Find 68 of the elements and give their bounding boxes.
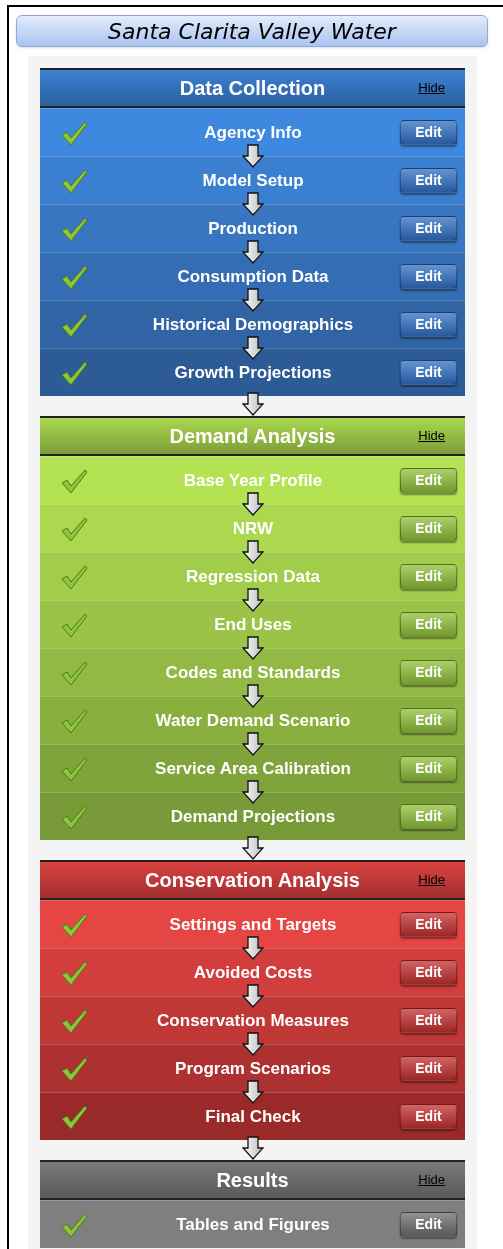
down-arrow-icon [241, 540, 264, 564]
edit-button[interactable]: Edit [400, 360, 457, 385]
step-label: Avoided Costs [192, 961, 314, 984]
down-arrow-icon [241, 492, 264, 516]
down-arrow-icon [241, 192, 264, 216]
step-label: Final Check [204, 1105, 302, 1128]
step-label: Conservation Measures [156, 1009, 350, 1032]
down-arrow-icon [241, 636, 264, 660]
down-arrow-icon [241, 732, 264, 756]
step-label: Agency Info [203, 121, 303, 144]
edit-button[interactable]: Edit [400, 960, 457, 985]
down-arrow-icon [241, 836, 264, 860]
edit-button[interactable]: Edit [400, 1104, 457, 1129]
down-arrow-icon [241, 1080, 264, 1104]
down-arrow-icon [241, 392, 264, 416]
step-label: End Uses [213, 613, 293, 636]
step-label: Regression Data [184, 565, 322, 588]
edit-button[interactable]: Edit [400, 120, 457, 145]
down-arrow-icon [241, 588, 264, 612]
step-label: Historical Demographics [151, 313, 355, 336]
step-label: Base Year Profile [182, 469, 324, 492]
step-label: Production [207, 217, 299, 240]
page-title: Santa Clarita Valley Water [108, 17, 396, 46]
step-label: Service Area Calibration [154, 757, 352, 780]
edit-button[interactable]: Edit [400, 1056, 457, 1081]
edit-button[interactable]: Edit [400, 1008, 457, 1033]
down-arrow-icon [241, 144, 264, 168]
edit-button[interactable]: Edit [400, 912, 457, 937]
down-arrow-icon [241, 1136, 264, 1160]
section-title: Conservation Analysis [145, 868, 360, 893]
hide-link[interactable]: Hide [418, 78, 445, 98]
edit-button[interactable]: Edit [400, 804, 457, 829]
step-label: Program Scenarios [174, 1057, 332, 1080]
down-arrow-icon [241, 780, 264, 804]
edit-button[interactable]: Edit [400, 660, 457, 685]
edit-button[interactable]: Edit [400, 564, 457, 589]
step-label: NRW [231, 517, 275, 540]
down-arrow-icon [241, 288, 264, 312]
down-arrow-icon [241, 684, 264, 708]
down-arrow-icon [241, 336, 264, 360]
hide-link[interactable]: Hide [418, 1170, 445, 1190]
down-arrow-icon [241, 1032, 264, 1056]
edit-button[interactable]: Edit [400, 612, 457, 637]
hide-link[interactable]: Hide [418, 870, 445, 890]
edit-button[interactable]: Edit [400, 516, 457, 541]
down-arrow-icon [241, 984, 264, 1008]
hide-link[interactable]: Hide [418, 426, 445, 446]
section-title: Data Collection [179, 76, 326, 101]
section-title: Demand Analysis [169, 424, 336, 449]
step-label: Tables and Figures [175, 1213, 331, 1236]
step-label: Settings and Targets [168, 913, 338, 936]
down-arrow-icon [241, 936, 264, 960]
step-label: Consumption Data [176, 265, 330, 288]
section-title: Results [216, 1168, 289, 1193]
edit-button[interactable]: Edit [400, 312, 457, 337]
down-arrow-icon [241, 240, 264, 264]
edit-button[interactable]: Edit [400, 756, 457, 781]
step-label: Water Demand Scenario [154, 709, 352, 732]
edit-button[interactable]: Edit [400, 468, 457, 493]
edit-button[interactable]: Edit [400, 708, 457, 733]
edit-button[interactable]: Edit [400, 216, 457, 241]
step-label: Codes and Standards [164, 661, 342, 684]
step-label: Demand Projections [169, 805, 337, 828]
edit-button[interactable]: Edit [400, 264, 457, 289]
step-label: Model Setup [201, 169, 305, 192]
step-label: Growth Projections [173, 361, 333, 384]
edit-button[interactable]: Edit [400, 168, 457, 193]
edit-button[interactable]: Edit [400, 1212, 457, 1237]
